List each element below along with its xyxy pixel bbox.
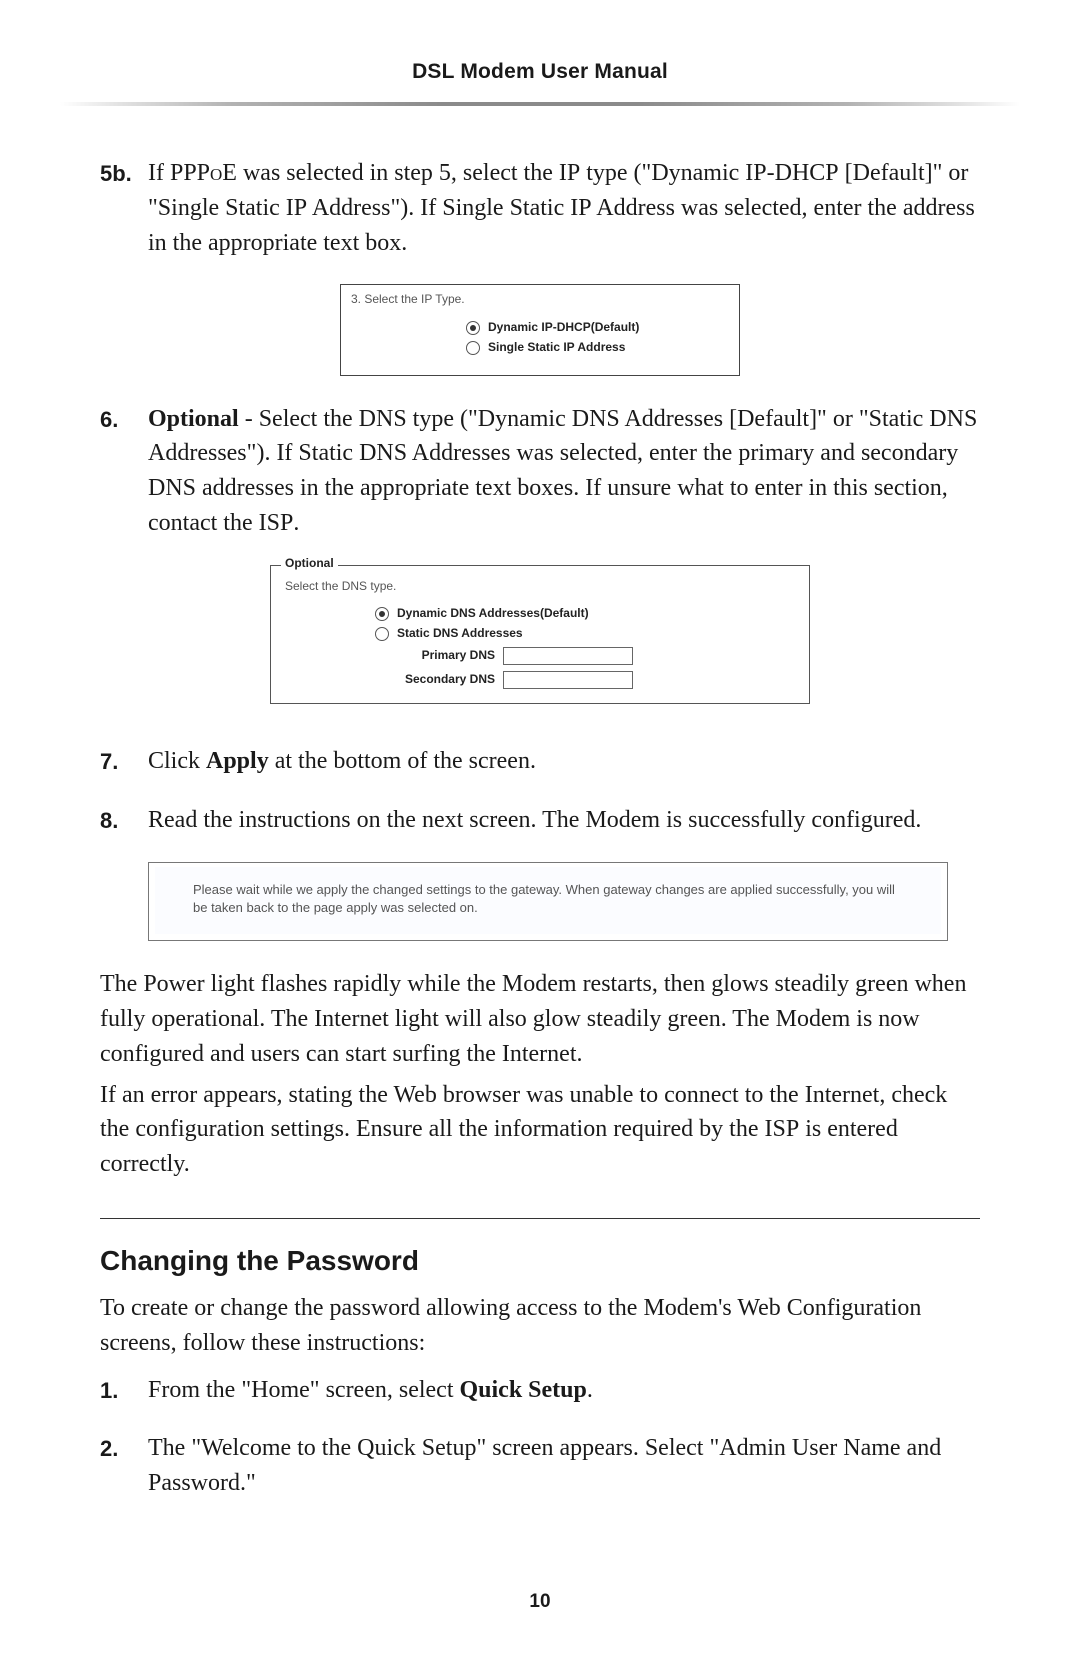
text-smallcaps: ISP: [259, 510, 294, 536]
text: .: [293, 510, 299, 536]
page-number: 10: [0, 1591, 1080, 1613]
radio-label: Single Static IP Address: [488, 341, 625, 354]
text: If: [148, 160, 170, 186]
text: .: [587, 1377, 593, 1403]
step-body: The "Welcome to the Quick Setup" screen …: [148, 1431, 980, 1501]
text-bold: Apply: [206, 748, 269, 774]
secondary-dns-input[interactable]: [503, 671, 633, 689]
page-header-title: DSL Modem User Manual: [100, 60, 980, 84]
text: was selected in step 5, select the: [237, 160, 559, 186]
step-number: 5b.: [100, 156, 148, 190]
text-smallcaps: DNS: [148, 475, 196, 501]
text-smallcaps: IP: [286, 195, 307, 221]
text-smallcaps: IP-DHCP: [745, 160, 838, 186]
radio-dynamic-dns[interactable]: Dynamic DNS Addresses(Default): [375, 607, 795, 621]
figure-please-wait: Please wait while we apply the changed s…: [148, 862, 948, 942]
text-smallcaps: ISP: [765, 1116, 800, 1142]
radio-icon: [466, 321, 480, 335]
section-title-changing-password: Changing the Password: [100, 1245, 980, 1277]
text-smallcaps: PPPoE: [170, 160, 237, 186]
figure-ip-type: 3. Select the IP Type. Dynamic IP-DHCP(D…: [340, 284, 740, 375]
paragraph-power-light: The Power light flashes rapidly while th…: [100, 967, 980, 1071]
radio-static-dns[interactable]: Static DNS Addresses: [375, 627, 795, 641]
radio-label: Dynamic DNS Addresses(Default): [397, 607, 589, 620]
paragraph-change-password-intro: To create or change the password allowin…: [100, 1291, 980, 1361]
step-number: 8.: [100, 803, 148, 837]
radio-label: Static DNS Addresses: [397, 627, 523, 640]
text: Addresses was selected, enter the primar…: [407, 440, 958, 466]
text: type ("Dynamic: [407, 406, 572, 432]
text-smallcaps: DNS: [359, 440, 407, 466]
text-bold: Optional: [148, 406, 239, 432]
text: at the bottom of the screen.: [269, 748, 536, 774]
section-divider: [100, 1218, 980, 1219]
step-number: 6.: [100, 402, 148, 436]
radio-dynamic-ip[interactable]: Dynamic IP-DHCP(Default): [466, 321, 729, 335]
text: Click: [148, 748, 206, 774]
header-rule: [60, 102, 1020, 106]
primary-dns-input[interactable]: [503, 647, 633, 665]
radio-icon: [375, 607, 389, 621]
step-body: Optional - Select the DNS type ("Dynamic…: [148, 402, 980, 541]
primary-dns-row: Primary DNS: [375, 647, 795, 665]
text: From the "Home" screen, select: [148, 1377, 460, 1403]
step-body: Click Apply at the bottom of the screen.: [148, 744, 980, 779]
step-number: 7.: [100, 744, 148, 778]
figure-dns-type: Optional Select the DNS type. Dynamic DN…: [270, 565, 810, 704]
text-smallcaps: DNS: [359, 406, 407, 432]
figure-subtitle: Select the DNS type.: [285, 580, 795, 593]
figure-message: Please wait while we apply the changed s…: [155, 867, 941, 935]
step-number: 2.: [100, 1431, 148, 1465]
radio-icon: [466, 341, 480, 355]
text-smallcaps: DNS: [929, 406, 977, 432]
radio-icon: [375, 627, 389, 641]
pw-step-2: 2. The "Welcome to the Quick Setup" scre…: [100, 1431, 980, 1501]
text-smallcaps: DNS: [572, 406, 620, 432]
step-8: 8. Read the instructions on the next scr…: [100, 803, 980, 838]
figure-title: 3. Select the IP Type.: [351, 293, 729, 306]
step-5b: 5b. If PPPoE was selected in step 5, sel…: [100, 156, 980, 260]
fieldset-legend: Optional: [281, 557, 338, 570]
text-smallcaps: IP: [570, 195, 591, 221]
text: type ("Dynamic: [580, 160, 745, 186]
paragraph-error: If an error appears, stating the Web bro…: [100, 1078, 980, 1182]
radio-static-ip[interactable]: Single Static IP Address: [466, 341, 729, 355]
step-number: 1.: [100, 1373, 148, 1407]
text: Addresses [Default]" or "Static: [620, 406, 930, 432]
text: Address"). If Single Static: [307, 195, 570, 221]
text: - Select the: [239, 406, 359, 432]
text-smallcaps: IP: [559, 160, 580, 186]
step-body: From the "Home" screen, select Quick Set…: [148, 1373, 980, 1408]
text-bold: Quick Setup: [460, 1377, 587, 1403]
secondary-dns-label: Secondary DNS: [375, 673, 495, 686]
primary-dns-label: Primary DNS: [375, 649, 495, 662]
step-7: 7. Click Apply at the bottom of the scre…: [100, 744, 980, 779]
step-body: If PPPoE was selected in step 5, select …: [148, 156, 980, 260]
text: Addresses"). If Static: [148, 440, 359, 466]
step-6: 6. Optional - Select the DNS type ("Dyna…: [100, 402, 980, 541]
step-body: Read the instructions on the next screen…: [148, 803, 980, 838]
secondary-dns-row: Secondary DNS: [375, 671, 795, 689]
pw-step-1: 1. From the "Home" screen, select Quick …: [100, 1373, 980, 1408]
radio-label: Dynamic IP-DHCP(Default): [488, 321, 639, 334]
